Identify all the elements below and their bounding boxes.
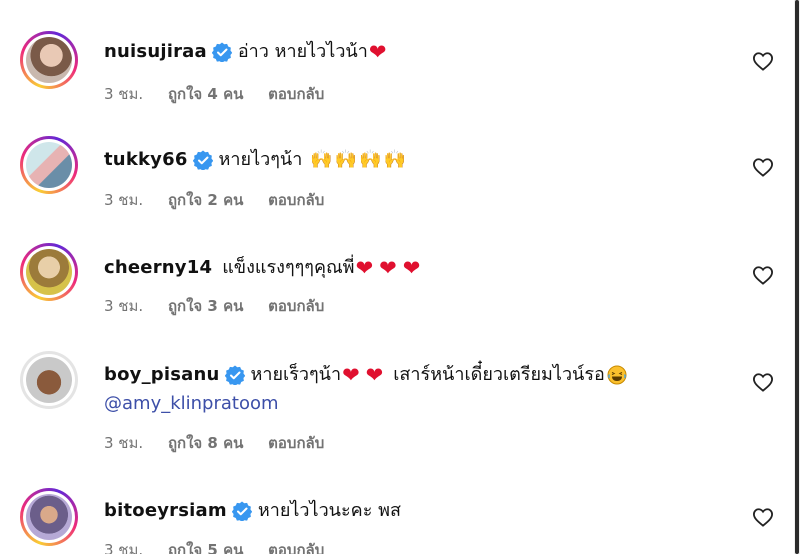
- comment-time: 3 ชม.: [104, 191, 144, 209]
- comment-meta: 3 ชม. ถูกใจ 3 คน ตอบกลับ: [104, 296, 344, 316]
- username[interactable]: bitoeyrsiam: [104, 499, 227, 523]
- heart-emoji-icon: ❤: [342, 363, 360, 387]
- avatar-photo: [26, 142, 72, 188]
- reply-button[interactable]: ตอบกลับ: [268, 541, 324, 554]
- comment-text: หายไวไวนะคะ พส: [257, 500, 401, 521]
- comment-line: tukky66 หายไวๆน้า 🙌 🙌 🙌 🙌: [104, 148, 406, 172]
- comment-meta: 3 ชม. ถูกใจ 4 คน ตอบกลับ: [104, 84, 344, 104]
- avatar-photo: [26, 37, 72, 83]
- avatar[interactable]: [20, 136, 78, 194]
- heart-emoji-icon: ❤: [365, 363, 384, 387]
- comment-text: หายเร็วๆน้า: [250, 364, 342, 385]
- pray-emoji-icon: 🙌: [334, 149, 358, 170]
- pray-emoji-icon: 🙌: [359, 149, 382, 170]
- heart-emoji-icon: ❤: [368, 40, 387, 64]
- avatar[interactable]: [20, 351, 78, 409]
- reply-button[interactable]: ตอบกลับ: [268, 434, 324, 452]
- verified-badge-icon: [211, 42, 232, 62]
- reply-button[interactable]: ตอบกลับ: [268, 85, 324, 103]
- likes-count[interactable]: ถูกใจ 5 คน: [168, 541, 243, 554]
- pray-emoji-icon: 🙌: [310, 149, 333, 170]
- heart-emoji-icon: ❤: [355, 256, 374, 280]
- username[interactable]: cheerny14: [104, 256, 212, 280]
- reply-button[interactable]: ตอบกลับ: [268, 191, 324, 209]
- comment-meta: 3 ชม. ถูกใจ 5 คน ตอบกลับ: [104, 540, 344, 554]
- heart-outline-icon[interactable]: [752, 507, 774, 527]
- mention-link[interactable]: @amy_klinpratoom: [104, 392, 279, 416]
- heart-outline-icon[interactable]: [752, 372, 774, 392]
- avatar-photo: [26, 249, 72, 295]
- comment-time: 3 ชม.: [104, 541, 144, 554]
- username[interactable]: boy_pisanu: [104, 363, 220, 387]
- comment-line: boy_pisanu หายเร็วๆน้า ❤ ❤ เสาร์หน้าเดี๋…: [104, 363, 627, 387]
- comment-line: cheerny14 แข็งแรงๆๆๆคุณพี่ ❤ ❤ ❤: [104, 256, 420, 280]
- comment-text: แข็งแรงๆๆๆคุณพี่: [222, 257, 355, 278]
- username[interactable]: tukky66: [104, 148, 188, 172]
- heart-outline-icon[interactable]: [752, 51, 774, 71]
- heart-emoji-icon: ❤: [402, 256, 421, 280]
- reply-button[interactable]: ตอบกลับ: [268, 297, 324, 315]
- comment-text: หายไวๆน้า: [218, 149, 303, 170]
- verified-badge-icon: [192, 150, 213, 170]
- comment-time: 3 ชม.: [104, 85, 144, 103]
- verified-badge-icon: [224, 365, 245, 385]
- comment-line: bitoeyrsiam หายไวไวนะคะ พส: [104, 499, 401, 523]
- likes-count[interactable]: ถูกใจ 4 คน: [168, 85, 243, 103]
- comment-time: 3 ชม.: [104, 434, 144, 452]
- comment-text: อ่าว หายไวไวน้า: [237, 41, 368, 62]
- verified-badge-icon: [231, 501, 252, 521]
- heart-emoji-icon: ❤: [379, 256, 397, 280]
- likes-count[interactable]: ถูกใจ 8 คน: [168, 434, 243, 452]
- pray-emoji-icon: 🙌: [383, 149, 406, 170]
- likes-count[interactable]: ถูกใจ 2 คน: [168, 191, 243, 209]
- avatar[interactable]: [20, 243, 78, 301]
- comment-meta: 3 ชม. ถูกใจ 8 คน ตอบกลับ: [104, 433, 344, 453]
- scrollbar-thumb[interactable]: [795, 0, 799, 554]
- heart-outline-icon[interactable]: [752, 157, 774, 177]
- comment-time: 3 ชม.: [104, 297, 144, 315]
- username[interactable]: nuisujiraa: [104, 40, 207, 64]
- avatar-photo: [26, 357, 72, 403]
- comment-line: nuisujiraa อ่าว หายไวไวน้า ❤: [104, 40, 386, 64]
- laughing-emoji-icon: [607, 365, 627, 385]
- likes-count[interactable]: ถูกใจ 3 คน: [168, 297, 243, 315]
- avatar[interactable]: [20, 488, 78, 546]
- comment-text-2: เสาร์หน้าเดี๋ยวเตรียมไวน์รอ: [393, 364, 605, 385]
- avatar[interactable]: [20, 31, 78, 89]
- heart-outline-icon[interactable]: [752, 265, 774, 285]
- comment-meta: 3 ชม. ถูกใจ 2 คน ตอบกลับ: [104, 190, 344, 210]
- avatar-photo: [26, 494, 72, 540]
